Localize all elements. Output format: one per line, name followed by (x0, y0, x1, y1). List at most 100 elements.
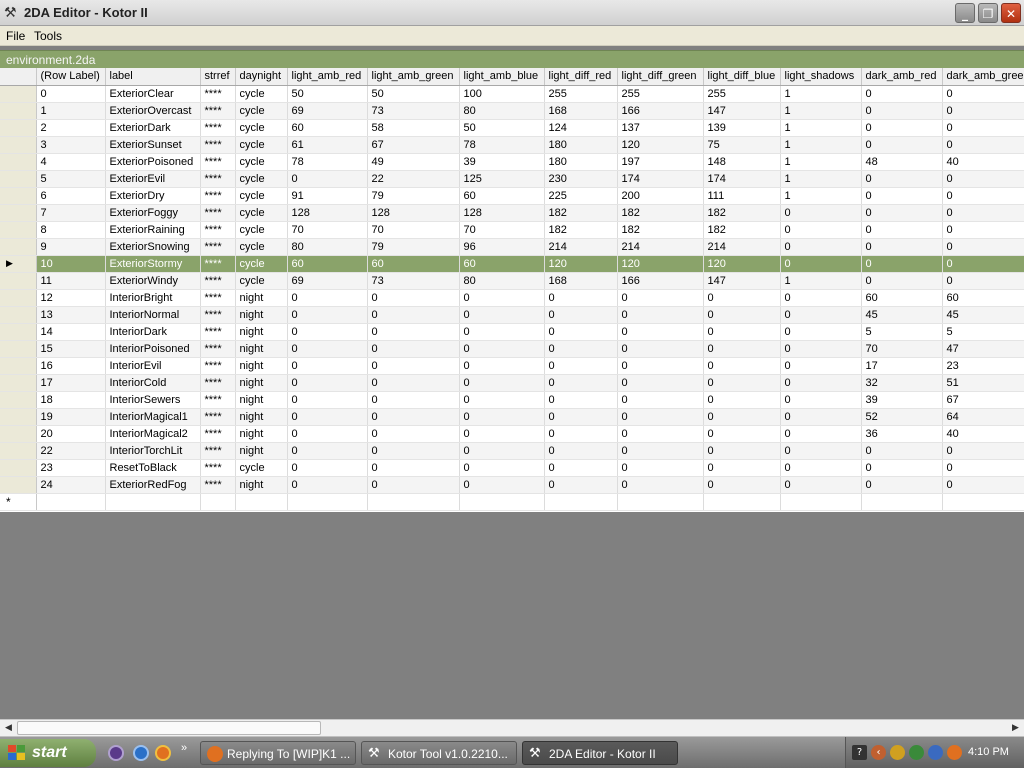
grid-cell[interactable]: 23 (942, 357, 1024, 375)
grid-cell[interactable]: 19 (36, 408, 106, 426)
column-header[interactable]: dark_amb_green (942, 68, 1024, 86)
grid-cell[interactable]: 0 (942, 136, 1024, 154)
horizontal-scrollbar[interactable]: ◀ ▶ (0, 719, 1024, 736)
grid-cell[interactable]: cycle (235, 187, 288, 205)
column-header[interactable]: light_diff_blue (703, 68, 781, 86)
grid-cell[interactable]: night (235, 476, 288, 494)
row-selector[interactable] (0, 391, 37, 409)
row-selector[interactable] (0, 204, 37, 222)
grid-cell[interactable]: 1 (780, 187, 862, 205)
help-icon[interactable]: ? (852, 745, 867, 760)
grid-cell[interactable]: night (235, 323, 288, 341)
grid-cell[interactable]: 12 (36, 289, 106, 307)
grid-cell[interactable]: 3 (36, 136, 106, 154)
grid-cell[interactable]: 1 (780, 272, 862, 290)
grid-cell[interactable]: 230 (544, 170, 618, 188)
grid-cell[interactable]: 255 (544, 85, 618, 103)
grid-cell[interactable]: 0 (703, 442, 781, 460)
grid-cell[interactable]: 0 (703, 323, 781, 341)
grid-cell[interactable]: 0 (367, 408, 460, 426)
grid-cell[interactable]: 0 (287, 357, 368, 375)
grid-cell[interactable]: **** (200, 289, 236, 307)
maximize-button[interactable]: ❐ (978, 3, 998, 23)
grid-cell[interactable]: 1 (780, 170, 862, 188)
table-row[interactable]: 4 ExteriorPoisoned **** cycle 78 49 39 180 197 14… (0, 153, 1024, 171)
column-header[interactable]: light_amb_green (367, 68, 460, 86)
grid-cell[interactable]: 60 (287, 255, 368, 273)
grid-cell[interactable]: 0 (617, 340, 704, 358)
table-row[interactable]: 3 ExteriorSunset **** cycle 61 67 78 180 120 75 1 0… (0, 136, 1024, 154)
table-row[interactable]: 6 ExteriorDry **** cycle 91 79 60 225 200 111 1 0 0 (0, 187, 1024, 205)
row-selector[interactable] (0, 153, 37, 171)
grid-cell[interactable]: **** (200, 238, 236, 256)
grid-cell[interactable]: ExteriorRedFog (105, 476, 201, 494)
grid-cell[interactable]: 22 (367, 170, 460, 188)
grid-cell[interactable]: 0 (861, 459, 943, 477)
grid-cell[interactable]: 60 (459, 255, 545, 273)
grid-cell[interactable]: cycle (235, 272, 288, 290)
grid-cell[interactable]: **** (200, 476, 236, 494)
grid-cell[interactable]: 60 (942, 289, 1024, 307)
grid-cell[interactable] (861, 493, 943, 511)
grid-cell[interactable]: 0 (36, 85, 106, 103)
scroll-left-icon[interactable]: ◀ (0, 720, 17, 736)
grid-cell[interactable]: 200 (617, 187, 704, 205)
grid-cell[interactable]: 1 (36, 102, 106, 120)
row-selector[interactable] (0, 289, 37, 307)
grid-cell[interactable]: 79 (367, 187, 460, 205)
grid-cell[interactable]: 214 (617, 238, 704, 256)
grid-cell[interactable]: night (235, 289, 288, 307)
table-row[interactable]: 0 ExteriorClear **** cycle 50 50 100 255 255 255 1… (0, 85, 1024, 103)
grid-cell[interactable]: night (235, 442, 288, 460)
grid-cell[interactable]: 0 (703, 357, 781, 375)
grid-cell[interactable]: cycle (235, 170, 288, 188)
grid-cell[interactable]: 96 (459, 238, 545, 256)
grid-cell[interactable]: 100 (459, 85, 545, 103)
grid-cell[interactable]: 128 (287, 204, 368, 222)
grid-cell[interactable]: 0 (459, 476, 545, 494)
grid-cell[interactable]: 80 (459, 272, 545, 290)
grid-cell[interactable]: InteriorNormal (105, 306, 201, 324)
grid-cell[interactable]: 0 (617, 374, 704, 392)
grid-cell[interactable]: 8 (36, 221, 106, 239)
grid-cell[interactable]: 168 (544, 272, 618, 290)
grid-cell[interactable]: 24 (36, 476, 106, 494)
row-selector[interactable] (0, 442, 37, 460)
grid-cell[interactable]: 0 (459, 408, 545, 426)
grid-cell[interactable]: 10 (36, 255, 106, 273)
grid-cell[interactable]: 79 (367, 238, 460, 256)
grid-cell[interactable]: 0 (780, 408, 862, 426)
grid-cell[interactable]: 0 (287, 374, 368, 392)
grid-cell[interactable]: 0 (617, 306, 704, 324)
grid-cell[interactable]: 0 (287, 289, 368, 307)
grid-cell[interactable] (780, 493, 862, 511)
grid-cell[interactable]: night (235, 408, 288, 426)
column-header[interactable]: light_diff_green (617, 68, 704, 86)
grid-cell[interactable]: 0 (703, 425, 781, 443)
grid-cell[interactable]: 0 (617, 442, 704, 460)
grid-cell[interactable]: 5 (861, 323, 943, 341)
grid-cell[interactable]: ExteriorWindy (105, 272, 201, 290)
grid-cell[interactable]: 0 (780, 323, 862, 341)
grid-cell[interactable]: 0 (617, 425, 704, 443)
grid-cell[interactable]: 0 (544, 459, 618, 477)
grid-cell[interactable]: 0 (617, 459, 704, 477)
grid-cell[interactable]: night (235, 306, 288, 324)
grid-cell[interactable]: **** (200, 85, 236, 103)
grid-cell[interactable] (235, 493, 288, 511)
row-selector[interactable] (0, 187, 37, 205)
grid-cell[interactable]: 182 (617, 204, 704, 222)
grid-cell[interactable]: 69 (287, 272, 368, 290)
grid-cell[interactable]: 128 (367, 204, 460, 222)
table-row[interactable]: 14 InteriorDark **** night 0 0 0 0 0 0 0 5 5 (0, 323, 1024, 341)
grid-cell[interactable]: 0 (780, 238, 862, 256)
grid-cell[interactable]: 0 (780, 357, 862, 375)
grid-cell[interactable]: 0 (942, 255, 1024, 273)
grid-cell[interactable]: 125 (459, 170, 545, 188)
grid-cell[interactable]: **** (200, 102, 236, 120)
menu-tools[interactable]: Tools (34, 29, 62, 43)
grid-cell[interactable]: InteriorMagical2 (105, 425, 201, 443)
grid-cell[interactable]: 73 (367, 272, 460, 290)
grid-cell[interactable]: 0 (861, 255, 943, 273)
grid-cell[interactable]: 0 (544, 357, 618, 375)
